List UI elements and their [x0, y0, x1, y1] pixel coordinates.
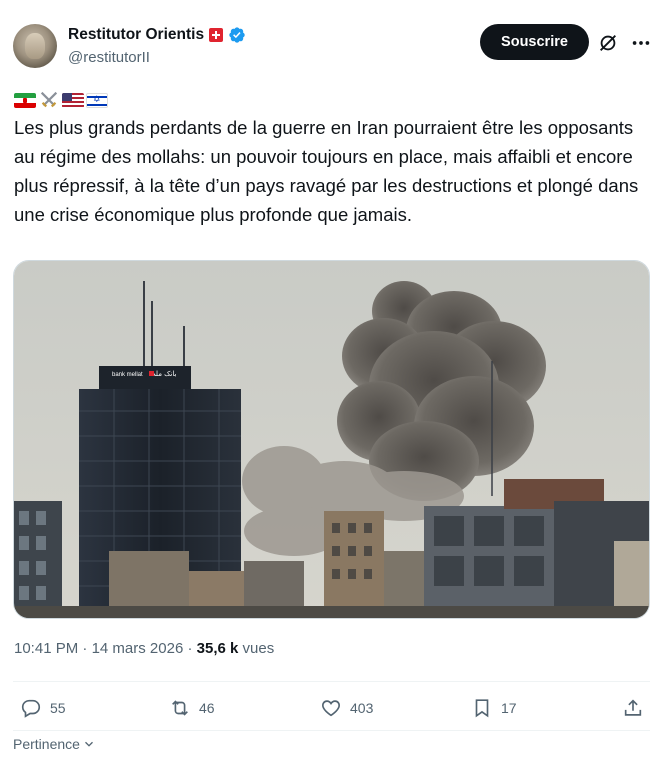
tweet-time[interactable]: 10:41 PM	[14, 640, 78, 657]
swiss-flag-icon	[209, 28, 224, 42]
divider	[13, 730, 650, 731]
repost-icon	[172, 700, 188, 716]
more-options-icon[interactable]	[630, 32, 652, 54]
author-name-row: Restitutor Orientis	[68, 26, 246, 44]
israel-flag-icon	[86, 92, 108, 108]
us-flag-icon	[62, 92, 84, 108]
sort-label: Pertinence	[13, 736, 80, 752]
like-count: 403	[350, 700, 374, 716]
repost-button[interactable]: 46	[169, 690, 215, 726]
author-avatar[interactable]	[13, 24, 57, 68]
action-bar: 55 46 403 17	[0, 690, 671, 726]
sort-replies-dropdown[interactable]: Pertinence	[13, 736, 96, 752]
views-label: vues	[242, 640, 275, 657]
repost-count: 46	[199, 700, 215, 716]
bank-sign-latin: bank mellat	[112, 372, 143, 378]
tweet-text: Les plus grands perdants de la guerre en…	[14, 117, 639, 225]
author-handle[interactable]: @restitutorII	[68, 49, 150, 66]
tweet-date[interactable]: 14 mars 2026	[92, 640, 184, 657]
bookmark-button[interactable]: 17	[471, 690, 517, 726]
meta-separator: ·	[187, 640, 193, 657]
reply-count: 55	[50, 700, 66, 716]
chevron-down-icon	[84, 741, 93, 747]
meta-separator: ·	[82, 640, 88, 657]
iran-flag-icon	[14, 92, 36, 108]
reply-button[interactable]: 55	[20, 690, 66, 726]
share-icon	[624, 699, 642, 716]
author-display-name[interactable]: Restitutor Orientis	[68, 26, 204, 44]
explosion-photo: bank mellat بانک ملت	[14, 261, 649, 618]
share-button[interactable]	[622, 690, 644, 726]
bookmark-icon	[475, 699, 489, 718]
reply-icon	[21, 699, 41, 718]
views-count: 35,6 k	[196, 640, 239, 657]
grok-icon[interactable]	[597, 32, 619, 54]
tweet-image[interactable]: bank mellat بانک ملت	[13, 260, 650, 619]
divider	[13, 681, 650, 682]
like-button[interactable]: 403	[320, 690, 373, 726]
tweet-meta: 10:41 PM · 14 mars 2026 · 35,6 k vues	[14, 640, 274, 657]
emoji-flags-row	[14, 89, 108, 111]
bookmark-count: 17	[501, 700, 517, 716]
crossed-swords-icon	[40, 91, 58, 108]
verified-badge-icon	[229, 27, 245, 43]
heart-icon	[322, 700, 340, 717]
subscribe-button[interactable]: Souscrire	[480, 24, 589, 60]
